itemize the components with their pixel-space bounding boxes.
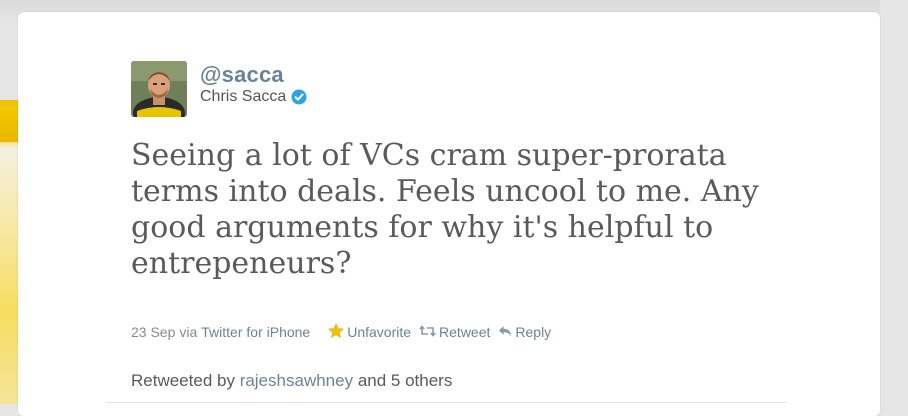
tweet-text: Seeing a lot of VCs cram super-prorata t… [131, 138, 759, 281]
retweet-icon [419, 324, 436, 340]
tweet-source-link[interactable]: Twitter for iPhone [201, 324, 310, 340]
tweet-date[interactable]: 23 Sep [131, 324, 175, 340]
tweet-handle[interactable]: @sacca [200, 62, 284, 88]
retweet-button[interactable]: Retweet [419, 324, 490, 340]
unfavorite-label: Unfavorite [347, 324, 412, 340]
background-band [0, 110, 20, 142]
page-background-right [880, 0, 908, 404]
verified-badge-icon [291, 89, 307, 105]
retweeted-suffix[interactable]: and 5 others [358, 371, 453, 390]
reply-button[interactable]: Reply [498, 324, 551, 340]
retweeter-link[interactable]: rajeshsawhney [240, 371, 353, 390]
unfavorite-button[interactable]: Unfavorite [328, 323, 411, 341]
display-name-text: Chris Sacca [200, 88, 287, 105]
divider [106, 402, 786, 403]
avatar-photo [131, 61, 187, 117]
background-decoration [0, 100, 20, 404]
retweeted-by: Retweeted by rajeshsawhney and 5 others [131, 371, 452, 391]
tweet-meta: 23 Sep via Twitter for iPhone Unfavorite… [131, 323, 551, 341]
tweet-display-name[interactable]: Chris Sacca [200, 88, 307, 106]
star-icon [328, 323, 345, 341]
avatar[interactable] [131, 61, 187, 117]
via-label: via [179, 324, 198, 340]
retweet-label: Retweet [439, 324, 491, 340]
reply-arrow-icon [498, 324, 512, 340]
retweeted-prefix: Retweeted by [131, 371, 235, 390]
reply-label: Reply [515, 324, 552, 340]
